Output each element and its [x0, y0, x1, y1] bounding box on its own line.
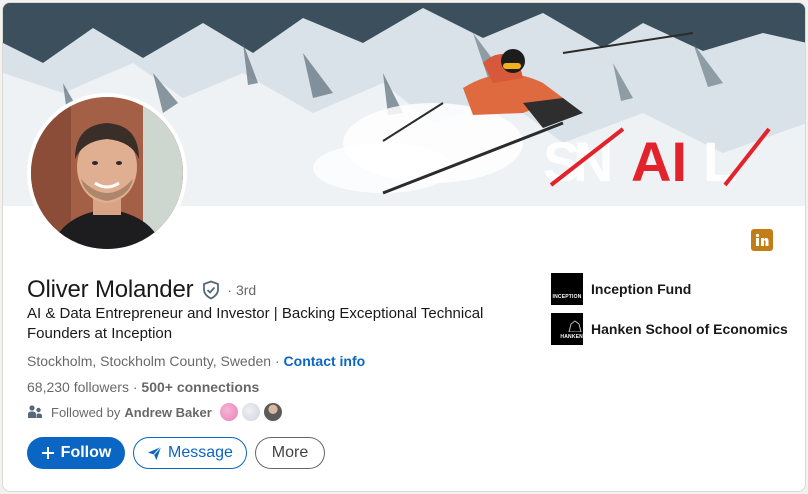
inception-logo: INCEPTION	[551, 273, 583, 305]
org-name: Hanken School of Economics	[591, 321, 788, 337]
profile-name: Oliver Molander	[27, 276, 194, 303]
follow-label: Follow	[60, 444, 112, 461]
profile-location: Stockholm, Stockholm County, Sweden	[27, 353, 272, 369]
connections-count[interactable]: 500+ connections	[141, 379, 259, 395]
follow-button[interactable]: Follow	[27, 437, 125, 469]
org-item-inception[interactable]: INCEPTION Inception Fund	[551, 273, 691, 305]
followed-by-name[interactable]: Andrew Baker	[124, 405, 211, 420]
mutual-avatar-1[interactable]	[219, 403, 238, 421]
location-separator: ·	[271, 353, 284, 369]
profile-avatar[interactable]	[27, 93, 187, 253]
hanken-logo: HANKEN	[551, 313, 583, 345]
contact-info-link[interactable]: Contact info	[284, 353, 366, 369]
people-icon	[27, 404, 43, 420]
followers-count[interactable]: 68,230 followers	[27, 379, 129, 395]
name-row: Oliver Molander · 3rd	[27, 276, 256, 304]
plus-icon	[41, 446, 55, 460]
linkedin-icon[interactable]	[751, 229, 773, 251]
more-label: More	[271, 444, 309, 461]
stats-row: 68,230 followers · 500+ connections	[27, 379, 260, 395]
svg-text:AI: AI	[631, 130, 687, 193]
profile-card: S N AI L Oliver Molander · 3rd AI & Data…	[2, 2, 806, 492]
profile-headline: AI & Data Entrepreneur and Investor | Ba…	[27, 305, 484, 342]
more-button[interactable]: More	[255, 437, 325, 469]
message-label: Message	[168, 444, 233, 461]
followed-by-prefix: Followed by	[51, 404, 121, 420]
org-name: Inception Fund	[591, 281, 692, 297]
mutual-avatar-2[interactable]	[241, 403, 260, 421]
shield-check-icon[interactable]	[201, 280, 221, 300]
org-item-hanken[interactable]: HANKEN Hanken School of Economics	[551, 313, 788, 345]
followed-by-row[interactable]: Followed by Andrew Baker	[27, 403, 282, 421]
svg-text:L: L	[703, 130, 737, 193]
connection-degree: · 3rd	[227, 282, 257, 298]
message-button[interactable]: Message	[133, 437, 247, 469]
location-row: Stockholm, Stockholm County, Sweden · Co…	[27, 353, 365, 369]
send-icon	[147, 446, 162, 461]
mutual-avatar-3[interactable]	[263, 403, 282, 421]
